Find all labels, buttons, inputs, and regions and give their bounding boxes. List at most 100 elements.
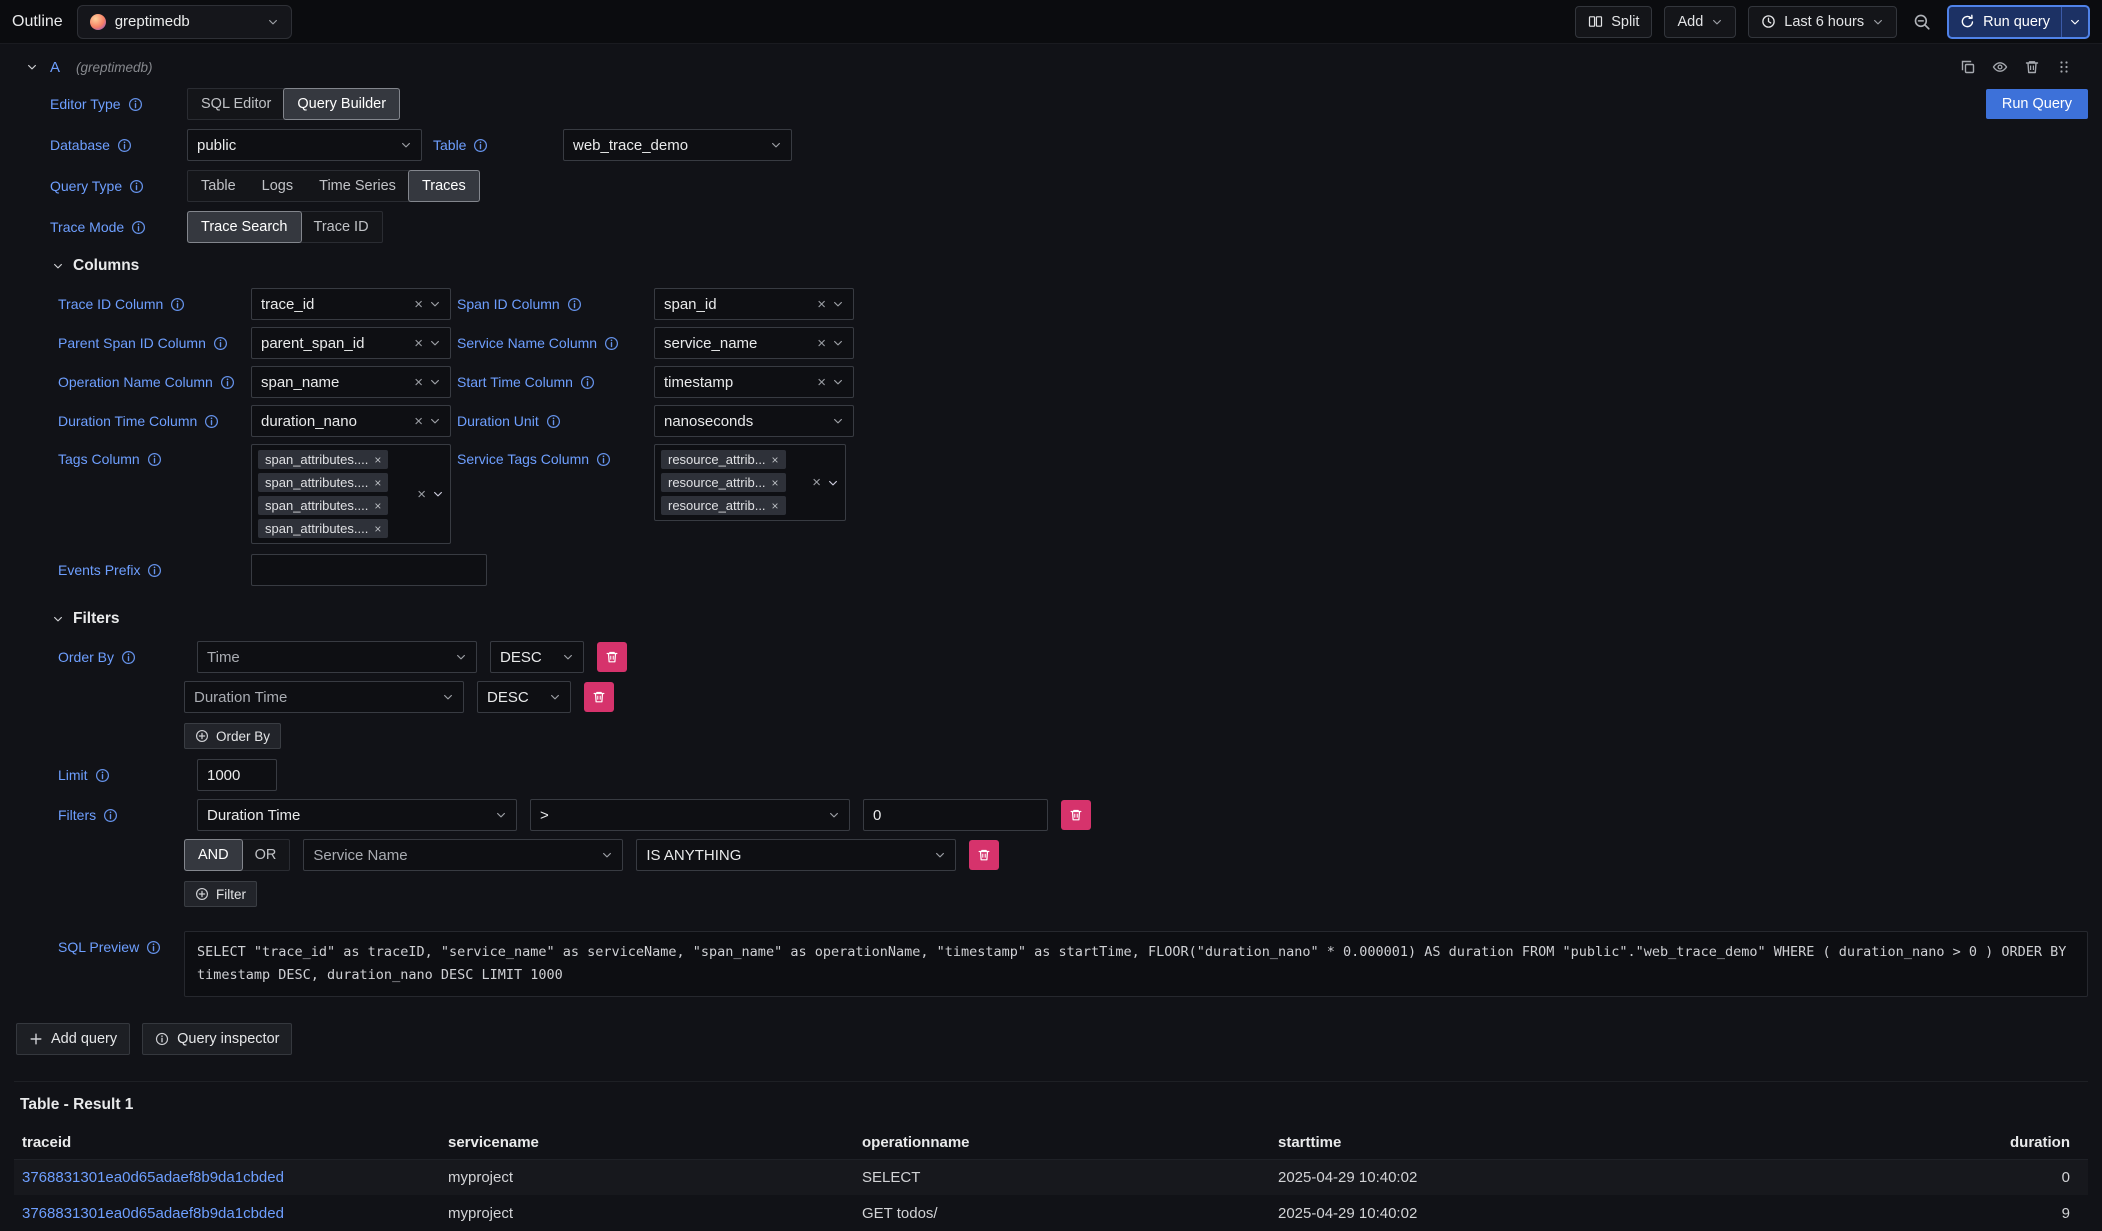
delete-filter-button[interactable]	[969, 840, 999, 870]
query-type-option-logs[interactable]: Logs	[249, 171, 306, 201]
filter-operator-select[interactable]: >	[530, 799, 850, 831]
chevron-down-icon[interactable]	[429, 337, 441, 349]
column-header-starttime[interactable]: starttime	[1270, 1126, 1686, 1160]
table-select[interactable]: web_trace_demo	[563, 129, 792, 161]
remove-tag-icon[interactable]	[772, 454, 779, 466]
service-name-column-select[interactable]: service_name	[654, 327, 854, 359]
events-prefix-input[interactable]	[251, 554, 487, 586]
chevron-down-icon[interactable]	[429, 298, 441, 310]
duration-time-column-select[interactable]: duration_nano	[251, 405, 451, 437]
datasource-picker[interactable]: greptimedb	[77, 5, 292, 39]
filter-field-select[interactable]: Duration Time	[197, 799, 517, 831]
order-by-field-select[interactable]: Duration Time	[184, 681, 464, 713]
run-query-button[interactable]: Run Query	[1986, 89, 2088, 119]
delete-filter-button[interactable]	[1061, 800, 1091, 830]
database-select[interactable]: public	[187, 129, 422, 161]
chevron-down-icon[interactable]	[495, 809, 507, 821]
span-id-column-select[interactable]: span_id	[654, 288, 854, 320]
time-range-picker[interactable]: Last 6 hours	[1748, 6, 1897, 38]
filter-value-input[interactable]	[863, 799, 1048, 831]
chevron-down-icon[interactable]	[562, 651, 574, 663]
duplicate-query-button[interactable]	[1960, 59, 1976, 75]
column-header-operationname[interactable]: operationname	[854, 1126, 1270, 1160]
chevron-down-icon[interactable]	[432, 488, 444, 500]
clear-icon[interactable]	[414, 336, 423, 351]
trace-id-column-select[interactable]: trace_id	[251, 288, 451, 320]
clear-icon[interactable]	[817, 297, 826, 312]
chevron-down-icon[interactable]	[549, 691, 561, 703]
operation-name-column-select[interactable]: span_name	[251, 366, 451, 398]
remove-query-button[interactable]	[2024, 59, 2040, 75]
chevron-down-icon[interactable]	[832, 337, 844, 349]
query-type-option-time-series[interactable]: Time Series	[306, 171, 409, 201]
clear-all-icon[interactable]	[812, 475, 821, 490]
chevron-down-icon[interactable]	[429, 376, 441, 388]
add-dropdown-button[interactable]: Add	[1664, 6, 1736, 38]
clear-icon[interactable]	[414, 414, 423, 429]
add-order-by-button[interactable]: Order By	[184, 723, 281, 749]
query-row-header[interactable]: A (greptimedb)	[14, 52, 2088, 82]
split-button[interactable]: Split	[1575, 6, 1652, 38]
chevron-down-icon[interactable]	[934, 849, 946, 861]
remove-tag-icon[interactable]	[374, 454, 381, 466]
order-by-direction-select[interactable]: DESC	[477, 681, 571, 713]
filters-section-header[interactable]: Filters	[52, 610, 2088, 628]
add-filter-button[interactable]: Filter	[184, 881, 257, 907]
chevron-down-icon[interactable]	[455, 651, 467, 663]
editor-type-option-query-builder[interactable]: Query Builder	[284, 89, 399, 119]
chevron-down-icon[interactable]	[832, 376, 844, 388]
trace-id-link[interactable]: 3768831301ea0d65adaef8b9da1cbded	[22, 1169, 284, 1186]
column-header-traceid[interactable]: traceid	[14, 1126, 440, 1160]
chevron-down-icon[interactable]	[832, 415, 844, 427]
duration-unit-select[interactable]: nanoseconds	[654, 405, 854, 437]
start-time-column-select[interactable]: timestamp	[654, 366, 854, 398]
drag-handle[interactable]	[2056, 59, 2072, 75]
editor-type-option-sql-editor[interactable]: SQL Editor	[188, 89, 284, 119]
trace-mode-option-trace-search[interactable]: Trace Search	[188, 212, 301, 242]
chevron-down-icon[interactable]	[770, 139, 782, 151]
remove-tag-icon[interactable]	[772, 477, 779, 489]
tags-column-multiselect[interactable]: span_attributes.... span_attributes.... …	[251, 444, 451, 544]
chevron-down-icon[interactable]	[429, 415, 441, 427]
clear-icon[interactable]	[414, 375, 423, 390]
remove-tag-icon[interactable]	[374, 500, 381, 512]
chevron-down-icon[interactable]	[832, 298, 844, 310]
clear-icon[interactable]	[817, 336, 826, 351]
chevron-down-icon[interactable]	[827, 477, 839, 489]
chevron-down-icon[interactable]	[442, 691, 454, 703]
delete-order-by-button[interactable]	[597, 642, 627, 672]
trace-mode-option-trace-id[interactable]: Trace ID	[301, 212, 382, 242]
outline-button[interactable]: Outline	[12, 13, 63, 31]
add-query-button[interactable]: Add query	[16, 1023, 130, 1055]
query-type-option-traces[interactable]: Traces	[409, 171, 479, 201]
disable-query-button[interactable]	[1992, 59, 2008, 75]
clear-all-icon[interactable]	[417, 487, 426, 502]
trace-id-link[interactable]: 3768831301ea0d65adaef8b9da1cbded	[22, 1205, 284, 1222]
columns-section-header[interactable]: Columns	[52, 257, 2088, 275]
remove-tag-icon[interactable]	[772, 500, 779, 512]
limit-input[interactable]	[197, 759, 277, 791]
run-query-main[interactable]: Run query	[1949, 7, 2061, 37]
column-header-duration[interactable]: duration	[1686, 1126, 2088, 1160]
run-query-split-button[interactable]: Run query	[1947, 5, 2090, 39]
and-option[interactable]: AND	[185, 840, 242, 870]
delete-order-by-button[interactable]	[584, 682, 614, 712]
filter-field-select[interactable]: Service Name	[303, 839, 623, 871]
or-option[interactable]: OR	[242, 840, 290, 870]
zoom-out-button[interactable]	[1909, 9, 1935, 35]
query-type-option-table[interactable]: Table	[188, 171, 249, 201]
order-by-field-select[interactable]: Time	[197, 641, 477, 673]
clear-icon[interactable]	[817, 375, 826, 390]
order-by-direction-select[interactable]: DESC	[490, 641, 584, 673]
clear-icon[interactable]	[414, 297, 423, 312]
chevron-down-icon[interactable]	[828, 809, 840, 821]
remove-tag-icon[interactable]	[374, 477, 381, 489]
chevron-down-icon[interactable]	[400, 139, 412, 151]
remove-tag-icon[interactable]	[374, 523, 381, 535]
column-header-servicename[interactable]: servicename	[440, 1126, 854, 1160]
parent-span-id-column-select[interactable]: parent_span_id	[251, 327, 451, 359]
filter-operator-select[interactable]: IS ANYTHING	[636, 839, 956, 871]
query-inspector-button[interactable]: Query inspector	[142, 1023, 292, 1055]
run-query-interval-caret[interactable]	[2061, 7, 2088, 37]
service-tags-column-multiselect[interactable]: resource_attrib... resource_attrib... re…	[654, 444, 846, 521]
